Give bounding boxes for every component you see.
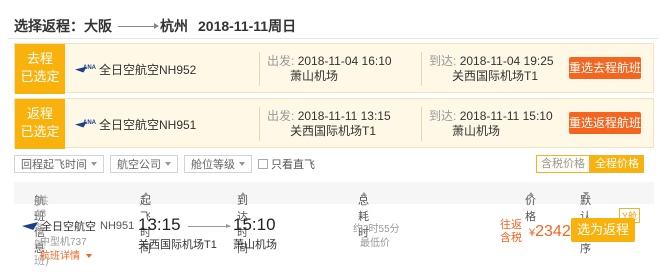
flight-arrow-icon [188,224,231,228]
plane-type[interactable]: 中型机737 [40,233,87,248]
chevron-down-icon [239,162,245,166]
segment-departure: 出发: 2018-11-11 13:15 关西国际机场T1 [267,109,391,138]
divider [259,107,260,141]
results-table-header: 航班信息(共43条航班) 起飞时间 到达时间 总耗时 价格 默认排序 [14,182,654,267]
chevron-down-icon [165,162,171,166]
cabin-class-filter[interactable]: 舱位等级 [184,155,252,173]
selected-return-segment: 返程 已选定 全日空航空NH951 出发: 2018-11-11 13:15 关… [14,98,654,149]
lowest-price-note: 最低价 [360,238,390,249]
arrival-time: 15:10 [233,215,276,234]
airline-filter[interactable]: 航空公司 [110,155,178,173]
segment-arrival: 到达: 2018-11-11 15:10 萧山机场 [429,109,553,138]
divider [259,52,260,86]
chevron-down-icon [85,254,92,259]
checkbox-icon[interactable] [258,159,268,169]
page-title: 选择返程： 大阪 杭州 2018-11-11周日 [14,16,296,36]
title-label: 选择返程： [14,18,84,34]
choose-return-button[interactable]: 选为返程 [571,218,635,242]
tab-tax-included-price[interactable]: 含税价格 [536,155,590,173]
segment-departure: 出发: 2018-11-04 16:10 萧山机场 [267,54,392,83]
reselect-return-button[interactable]: 重选返程航班 [569,112,641,134]
divider [8,38,658,39]
sort-arrow-icon [361,192,367,196]
ana-logo-icon [22,222,38,230]
sort-arrow-icon [240,192,246,196]
departure-time: 13:15 [138,215,181,234]
segment-airline: 全日空航空NH952 [75,61,196,78]
flight-price: ¥2342 [529,223,571,240]
segment-arrival: 到达: 2018-11-04 19:25 关西国际机场T1 [429,54,554,83]
return-badge: 返程 已选定 [15,99,65,149]
chevron-down-icon [583,192,589,196]
total-duration: 约2时55分 [353,224,400,235]
reselect-outbound-button[interactable]: 重选去程航班 [569,57,641,79]
flight-row: 全日空航空 NH951 中型机737 航班详情 13:15 关西国际机场T1 1… [14,205,654,276]
departure-airport: 关西国际机场T1 [138,239,217,251]
divider [421,107,422,141]
destination-city: 杭州 [160,18,188,34]
tab-round-trip-price[interactable]: 全程价格 [590,155,644,173]
ana-logo-icon [75,65,96,75]
divider [421,52,422,86]
price-mode-tabs: 含税价格 全程价格 [536,155,644,173]
route-arrow-icon [118,22,159,29]
ana-logo-icon [75,120,96,130]
direct-only-checkbox[interactable]: 只看直飞 [258,156,315,172]
sort-arrow-icon [143,192,149,196]
origin-city: 大阪 [84,18,112,34]
travel-date: 2018-11-11周日 [198,18,297,34]
flight-number: NH951 [100,220,135,232]
sort-arrow-icon [528,192,534,196]
filter-bar: 回程起飞时间 航空公司 舱位等级 只看直飞 含税价格 全程价格 [14,155,654,173]
flight-detail-link[interactable]: 航班详情 [40,247,92,262]
segment-airline: 全日空航空NH951 [75,116,196,133]
selected-outbound-segment: 去程 已选定 全日空航空NH952 出发: 2018-11-04 16:10 萧… [14,43,654,94]
return-time-filter[interactable]: 回程起飞时间 [14,155,104,173]
arrival-airport: 萧山机场 [233,239,277,251]
outbound-badge: 去程 已选定 [15,44,65,94]
price-type-label: 往返 含税 [500,219,522,244]
flight-airline: 全日空航空 NH951 [22,218,134,234]
chevron-down-icon [91,162,97,166]
